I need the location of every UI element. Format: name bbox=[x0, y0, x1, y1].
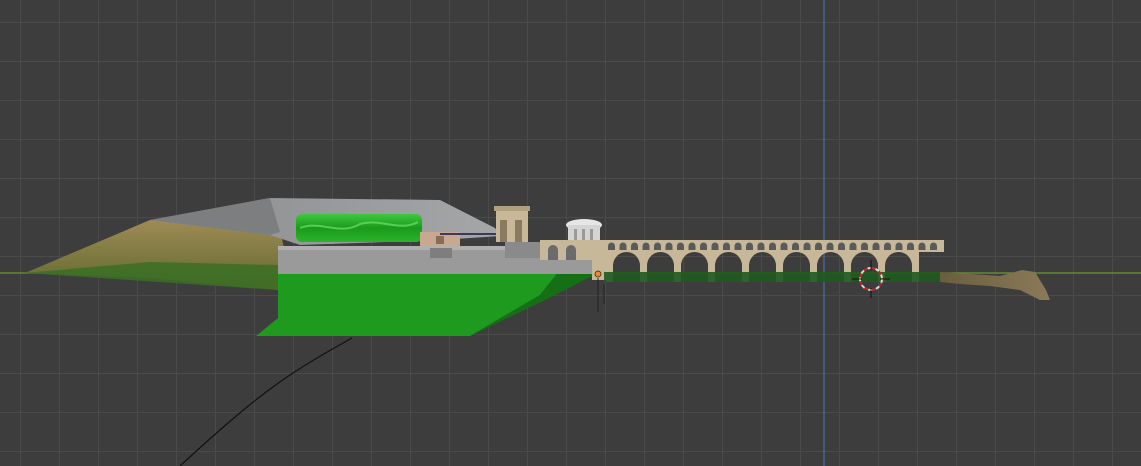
upper-arch bbox=[711, 242, 719, 250]
upper-arch bbox=[872, 242, 880, 250]
upper-arch bbox=[815, 242, 822, 250]
upper-arch bbox=[608, 242, 615, 250]
upper-arch bbox=[723, 242, 730, 250]
upper-arch bbox=[861, 242, 868, 250]
green-landmass[interactable] bbox=[256, 270, 560, 336]
upper-arch bbox=[757, 242, 765, 250]
upper-arch bbox=[792, 242, 799, 250]
upper-arch bbox=[918, 242, 926, 250]
platform-block bbox=[430, 248, 452, 258]
rocky-tail[interactable] bbox=[940, 270, 1050, 300]
aqueduct-arch bbox=[817, 251, 844, 266]
upper-arch bbox=[895, 242, 903, 250]
green-box-object[interactable] bbox=[296, 214, 422, 242]
aqueduct-arch bbox=[885, 251, 912, 266]
aqueduct-arch bbox=[851, 251, 878, 266]
upper-arch bbox=[746, 242, 753, 250]
platform-block bbox=[505, 242, 540, 258]
aqueduct-arch bbox=[715, 251, 742, 266]
scene-canvas[interactable] bbox=[0, 0, 1141, 466]
3d-viewport[interactable] bbox=[0, 0, 1141, 466]
aqueduct-arch bbox=[647, 251, 674, 266]
aqueduct-arch bbox=[681, 251, 708, 266]
aqueduct-arch bbox=[613, 251, 640, 266]
upper-arch bbox=[642, 242, 650, 250]
aqueduct-ground bbox=[604, 272, 944, 282]
upper-arch bbox=[688, 242, 696, 250]
upper-arch bbox=[803, 242, 811, 250]
upper-arch bbox=[654, 242, 661, 250]
upper-arch bbox=[665, 242, 673, 250]
stone-gate[interactable] bbox=[494, 206, 530, 242]
upper-arch bbox=[700, 242, 707, 250]
upper-arch bbox=[734, 242, 742, 250]
upper-arch bbox=[930, 242, 937, 250]
upper-arch bbox=[780, 242, 788, 250]
upper-arch bbox=[619, 242, 627, 250]
object-origin-point[interactable] bbox=[594, 270, 602, 278]
upper-arch bbox=[826, 242, 834, 250]
upper-arch bbox=[631, 242, 638, 250]
upper-arch bbox=[677, 242, 684, 250]
small-house-dark bbox=[436, 236, 444, 244]
aqueduct-arch bbox=[749, 251, 776, 266]
upper-arch bbox=[849, 242, 857, 250]
aqueduct-arch bbox=[783, 251, 810, 266]
upper-arch bbox=[884, 242, 891, 250]
curve-object[interactable] bbox=[179, 337, 353, 466]
upper-arch bbox=[907, 242, 915, 250]
white-rotunda[interactable] bbox=[566, 219, 602, 243]
upper-arch bbox=[769, 242, 776, 250]
upper-arch bbox=[838, 242, 845, 250]
